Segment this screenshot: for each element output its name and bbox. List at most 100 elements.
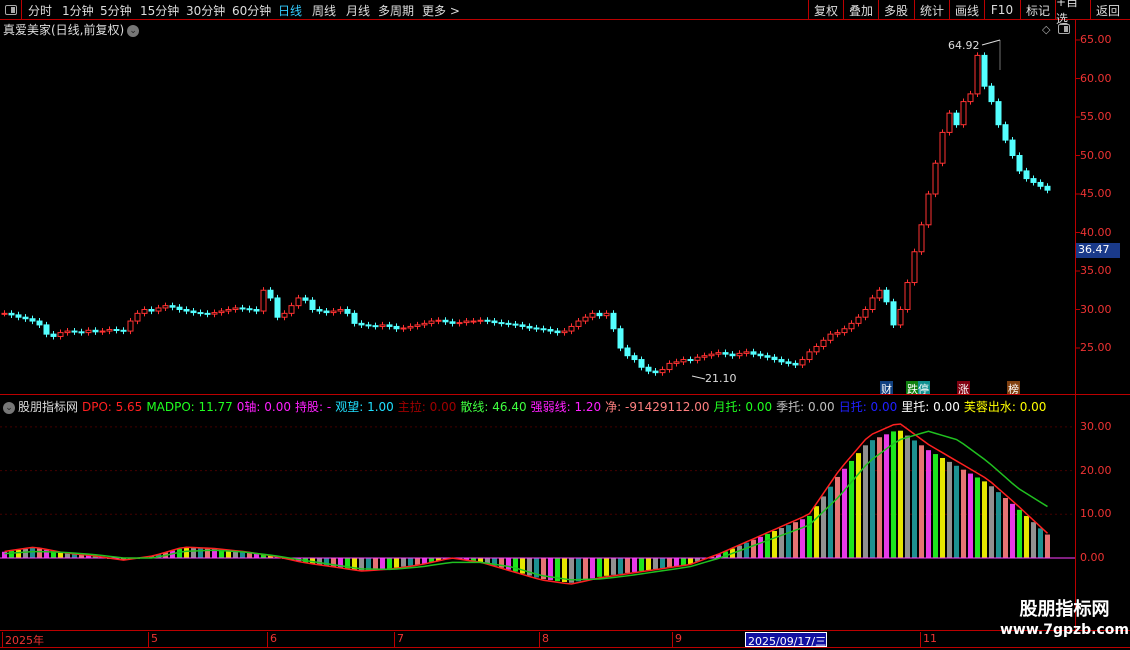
candle-body: [498, 322, 505, 325]
candle-body: [106, 329, 113, 332]
indicator-bar: [191, 548, 196, 558]
indicator-bar: [821, 496, 826, 558]
candle-body: [491, 320, 498, 324]
candle-body: [162, 305, 169, 309]
candle-body: [127, 320, 134, 332]
date-tick: 7: [394, 632, 404, 647]
candle-body: [827, 333, 834, 341]
indicator-bar: [884, 434, 889, 558]
indicator-bar: [933, 454, 938, 558]
candle-body: [232, 307, 239, 310]
candle-body: [652, 370, 659, 374]
indicator-bar: [835, 476, 840, 558]
candle-body: [1037, 181, 1044, 187]
candle-body: [274, 297, 281, 318]
candle-body: [547, 329, 554, 332]
indicator-bar: [37, 548, 42, 558]
candle-body: [729, 353, 736, 357]
candle-body: [974, 54, 981, 95]
indicator-name[interactable]: 股朋指标网: [18, 400, 78, 414]
candle-body: [358, 322, 365, 326]
candle-body: [421, 322, 428, 326]
indicator-bar: [954, 465, 959, 558]
candle-body: [435, 319, 442, 322]
candle-body: [981, 54, 988, 87]
candle-body: [393, 325, 400, 330]
candle-body: [386, 324, 393, 327]
candle-body: [379, 324, 386, 327]
candle-body: [246, 308, 253, 311]
candle-body: [519, 324, 526, 327]
price-tick: 55.00: [1080, 110, 1112, 123]
indicator-bar: [681, 558, 686, 566]
indicator-bar: [744, 542, 749, 558]
candle-body: [820, 339, 827, 347]
candle-body: [715, 352, 722, 355]
candle-body: [848, 322, 855, 330]
badge-finance[interactable]: 财: [880, 381, 893, 396]
indicator-bar: [1010, 503, 1015, 558]
candle-body: [673, 361, 680, 364]
chevron-down-icon[interactable]: ⌄: [3, 401, 15, 414]
candle-body: [15, 314, 22, 318]
indicator-value: DPO: 5.65: [82, 400, 143, 414]
candle-body: [288, 305, 295, 314]
indicator-bar: [898, 430, 903, 558]
indicator-bar: [590, 558, 595, 579]
candle-body: [1023, 170, 1030, 180]
candle-body: [589, 312, 596, 318]
indicator-tick: 0.00: [1080, 551, 1105, 564]
indicator-bar: [842, 468, 847, 558]
current-price-tag: 36.47: [1076, 243, 1120, 258]
indicator-bar: [9, 550, 14, 558]
indicator-bar: [982, 481, 987, 558]
candle-body: [442, 319, 449, 323]
candle-body: [582, 316, 589, 322]
indicator-bar: [408, 558, 413, 566]
candle-body: [925, 193, 932, 226]
candle-body: [785, 361, 792, 364]
indicator-bar: [793, 522, 798, 558]
date-tick: 11: [920, 632, 937, 647]
low-price-label: 21.10: [705, 372, 737, 385]
candle-body: [176, 306, 183, 311]
candle-body: [99, 330, 106, 333]
badge-rank[interactable]: 榜: [1007, 381, 1020, 396]
candle-body: [92, 329, 99, 333]
badge-limit-up[interactable]: 涨: [957, 381, 970, 396]
candle-body: [372, 325, 379, 328]
candle-body: [36, 320, 43, 326]
indicator-bar: [1003, 497, 1008, 558]
candle-body: [764, 355, 771, 358]
candle-body: [351, 312, 358, 324]
badge-limit-down[interactable]: 跌停: [906, 381, 930, 396]
indicator-bar: [366, 558, 371, 571]
candle-body: [71, 330, 78, 333]
indicator-bar: [940, 457, 945, 558]
candle-body: [526, 325, 533, 329]
watermark-logo: 股朋指标网 www.7gpzb.com: [1000, 599, 1130, 639]
indicator-tick: 10.00: [1080, 507, 1112, 521]
indicator-bar: [646, 558, 651, 570]
indicator-bar: [828, 486, 833, 558]
indicator-bar: [618, 558, 623, 574]
indicator-bar: [989, 486, 994, 558]
indicator-value: 净: -91429112.00: [605, 400, 710, 414]
indicator-bar: [2, 551, 7, 558]
indicator-bar: [751, 539, 756, 558]
indicator-bar: [604, 558, 609, 576]
indicator-bar: [814, 506, 819, 558]
candle-body: [1, 312, 8, 315]
candle-body: [694, 356, 701, 361]
pane-divider[interactable]: [0, 394, 1130, 395]
candle-body: [1044, 185, 1051, 191]
indicator-bar: [758, 536, 763, 558]
indicator-bar: [23, 548, 28, 558]
candle-body: [862, 309, 869, 318]
candle-body: [400, 327, 407, 330]
candle-body: [57, 332, 64, 337]
candle-body: [813, 345, 820, 353]
indicator-bar: [891, 431, 896, 558]
price-and-indicator-chart[interactable]: [0, 0, 1130, 650]
date-tick: 5: [148, 632, 158, 647]
